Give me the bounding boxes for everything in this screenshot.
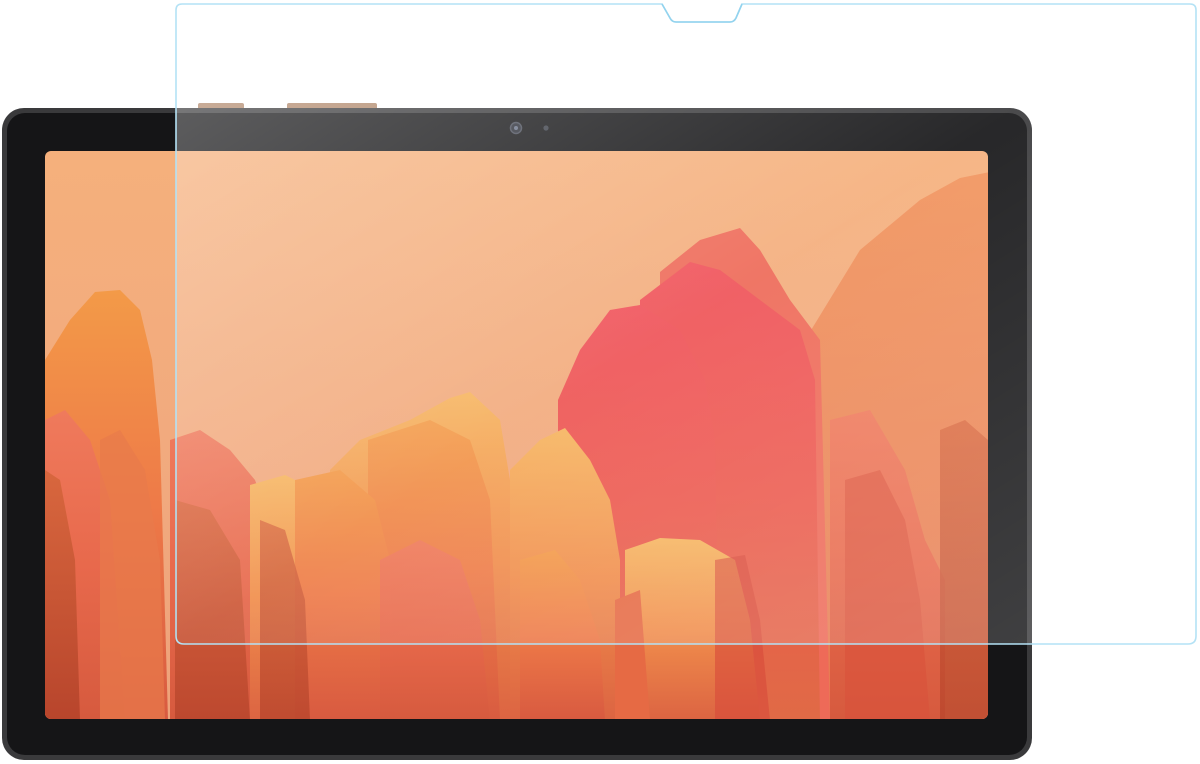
screen-protector	[175, 3, 1197, 645]
product-image	[0, 0, 1200, 764]
camera-notch	[661, 3, 743, 23]
tablet-with-screen-protector-illustration	[2, 3, 1197, 760]
